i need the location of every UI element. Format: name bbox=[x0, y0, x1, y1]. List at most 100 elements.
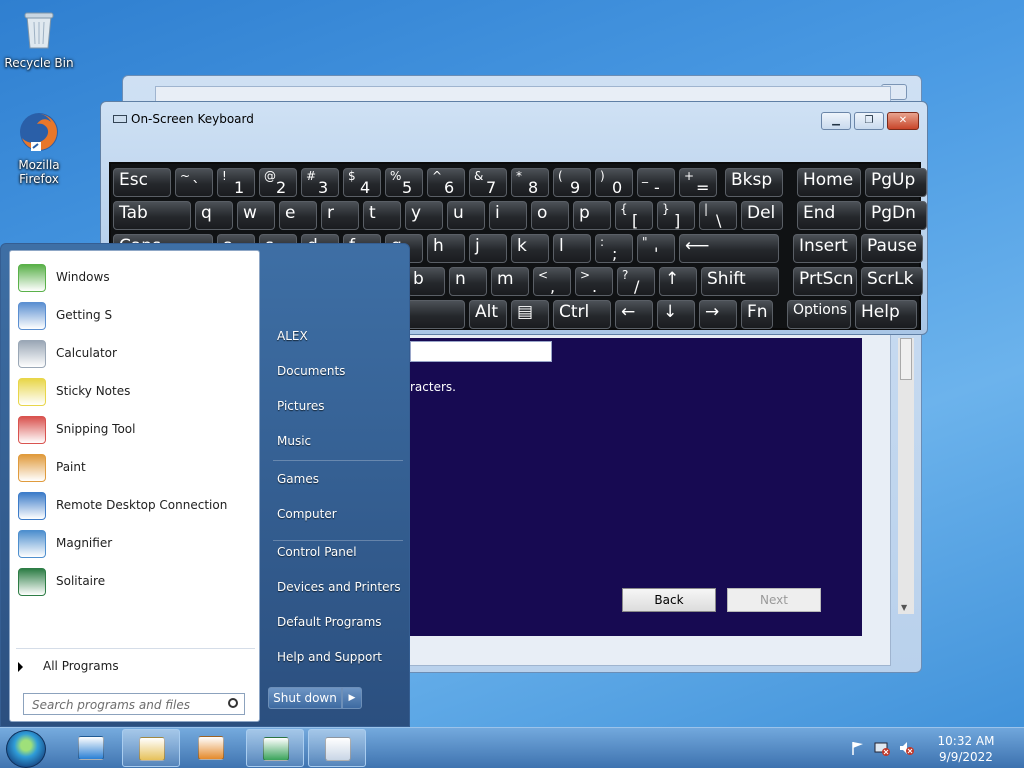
key-x61[interactable]: + = bbox=[679, 168, 717, 197]
shutdown-button[interactable]: Shut down bbox=[268, 687, 342, 709]
key-l[interactable]: l bbox=[553, 234, 591, 263]
back-button[interactable]: Back bbox=[622, 588, 716, 612]
taskbar-on-screen-keyboard[interactable] bbox=[308, 729, 366, 767]
start-right-documents[interactable]: Documents bbox=[277, 364, 345, 378]
key-j[interactable]: j bbox=[469, 234, 507, 263]
key-insert[interactable]: Insert bbox=[793, 234, 857, 263]
key-pgup[interactable]: PgUp bbox=[865, 168, 927, 197]
network-icon[interactable] bbox=[874, 740, 890, 756]
key-q[interactable]: q bbox=[195, 201, 233, 230]
key-backtick[interactable]: ~ ` bbox=[175, 168, 213, 197]
desktop-icon-recycle-bin[interactable]: Recycle Bin bbox=[3, 8, 75, 70]
start-right-pictures[interactable]: Pictures bbox=[277, 399, 325, 413]
all-programs-button[interactable]: All Programs bbox=[18, 659, 119, 673]
key-help[interactable]: Help bbox=[855, 300, 917, 329]
key-pgdn[interactable]: PgDn bbox=[865, 201, 927, 230]
start-right-devices-and-printers[interactable]: Devices and Printers bbox=[277, 580, 401, 594]
start-right-computer[interactable]: Computer bbox=[277, 507, 337, 521]
key-3[interactable]: #3 bbox=[301, 168, 339, 197]
key-y[interactable]: y bbox=[405, 201, 443, 230]
key-u[interactable]: u bbox=[447, 201, 485, 230]
start-program-snipping-tool[interactable]: Snipping Tool bbox=[14, 411, 257, 447]
start-right-default-programs[interactable]: Default Programs bbox=[277, 615, 382, 629]
key-backslash[interactable]: | \ bbox=[699, 201, 737, 230]
key-tab[interactable]: Tab bbox=[113, 201, 191, 230]
key-right-arrow[interactable]: → bbox=[699, 300, 737, 329]
key-down-arrow[interactable]: ↓ bbox=[657, 300, 695, 329]
key-x91[interactable]: {[ bbox=[615, 201, 653, 230]
key-options[interactable]: Options bbox=[787, 300, 851, 329]
osk-titlebar[interactable]: On-Screen Keyboard ▁ ❐ ✕ bbox=[101, 102, 927, 136]
scrollbar-thumb[interactable] bbox=[900, 338, 912, 380]
start-program-magnifier[interactable]: Magnifier bbox=[14, 525, 257, 561]
key-enter[interactable]: ⟵ bbox=[679, 234, 779, 263]
key-6[interactable]: ^ 6 bbox=[427, 168, 465, 197]
start-button[interactable] bbox=[6, 730, 46, 768]
key-x44[interactable]: <, bbox=[533, 267, 571, 296]
key-menu[interactable]: ▤ bbox=[511, 300, 549, 329]
key-home[interactable]: Home bbox=[797, 168, 861, 197]
key-n[interactable]: n bbox=[449, 267, 487, 296]
key-h[interactable]: h bbox=[427, 234, 465, 263]
start-program-windows[interactable]: Windows bbox=[14, 259, 257, 295]
key-1[interactable]: ! 1 bbox=[217, 168, 255, 197]
key-up-arrow[interactable]: ↑ bbox=[659, 267, 697, 296]
setup-input[interactable] bbox=[410, 341, 552, 362]
key-x59[interactable]: :; bbox=[595, 234, 633, 263]
action-center-flag-icon[interactable] bbox=[850, 740, 866, 756]
clock[interactable]: 10:32 AM 9/9/2022 bbox=[934, 733, 998, 765]
key-shift[interactable]: Shift bbox=[701, 267, 779, 296]
key-4[interactable]: $4 bbox=[343, 168, 381, 197]
key-x47[interactable]: ? / bbox=[617, 267, 655, 296]
start-program-solitaire[interactable]: Solitaire bbox=[14, 563, 257, 599]
key-pause[interactable]: Pause bbox=[861, 234, 923, 263]
key-del[interactable]: Del bbox=[741, 201, 783, 230]
key--[interactable]: _ - bbox=[637, 168, 675, 197]
key-m[interactable]: m bbox=[491, 267, 529, 296]
start-program-sticky-notes[interactable]: Sticky Notes bbox=[14, 373, 257, 409]
key-esc[interactable]: Esc bbox=[113, 168, 171, 197]
taskbar-internet-explorer[interactable] bbox=[62, 729, 120, 767]
minimize-button[interactable]: ▁ bbox=[821, 112, 851, 130]
start-right-games[interactable]: Games bbox=[277, 472, 319, 486]
key-w[interactable]: w bbox=[237, 201, 275, 230]
shutdown-options-icon[interactable]: ▶ bbox=[342, 687, 362, 709]
start-right-alex[interactable]: ALEX bbox=[277, 329, 308, 343]
key-o[interactable]: o bbox=[531, 201, 569, 230]
key-left-arrow[interactable]: ← bbox=[615, 300, 653, 329]
search-input[interactable]: Search programs and files bbox=[23, 693, 245, 715]
key-x39[interactable]: " ' bbox=[637, 234, 675, 263]
key-end[interactable]: End bbox=[797, 201, 861, 230]
key-x46[interactable]: >. bbox=[575, 267, 613, 296]
taskbar-setup[interactable] bbox=[246, 729, 304, 767]
key-5[interactable]: % 5 bbox=[385, 168, 423, 197]
start-program-paint[interactable]: Paint bbox=[14, 449, 257, 485]
key-0[interactable]: ) 0 bbox=[595, 168, 633, 197]
key-2[interactable]: @2 bbox=[259, 168, 297, 197]
taskbar-media-player[interactable] bbox=[182, 729, 240, 767]
key-bksp[interactable]: Bksp bbox=[725, 168, 783, 197]
key-t[interactable]: t bbox=[363, 201, 401, 230]
key-9[interactable]: (9 bbox=[553, 168, 591, 197]
start-right-control-panel[interactable]: Control Panel bbox=[277, 545, 357, 559]
key-prtscn[interactable]: PrtScn bbox=[793, 267, 857, 296]
key-scrlk[interactable]: ScrLk bbox=[861, 267, 923, 296]
start-program-calculator[interactable]: Calculator bbox=[14, 335, 257, 371]
next-button[interactable]: Next bbox=[727, 588, 821, 612]
key-r[interactable]: r bbox=[321, 201, 359, 230]
restore-button[interactable]: ❐ bbox=[854, 112, 884, 130]
vertical-scrollbar[interactable]: ▼ bbox=[898, 338, 914, 614]
key-k[interactable]: k bbox=[511, 234, 549, 263]
start-right-music[interactable]: Music bbox=[277, 434, 311, 448]
key-alt[interactable]: Alt bbox=[469, 300, 507, 329]
taskbar-windows-explorer[interactable] bbox=[122, 729, 180, 767]
start-program-getting-s[interactable]: Getting S bbox=[14, 297, 257, 333]
key-b[interactable]: b bbox=[407, 267, 445, 296]
key-7[interactable]: & 7 bbox=[469, 168, 507, 197]
start-program-remote-desktop-connection[interactable]: Remote Desktop Connection bbox=[14, 487, 257, 523]
key-p[interactable]: p bbox=[573, 201, 611, 230]
start-right-help-and-support[interactable]: Help and Support bbox=[277, 650, 382, 664]
volume-muted-icon[interactable] bbox=[898, 740, 914, 756]
key-e[interactable]: e bbox=[279, 201, 317, 230]
key-fn[interactable]: Fn bbox=[741, 300, 773, 329]
